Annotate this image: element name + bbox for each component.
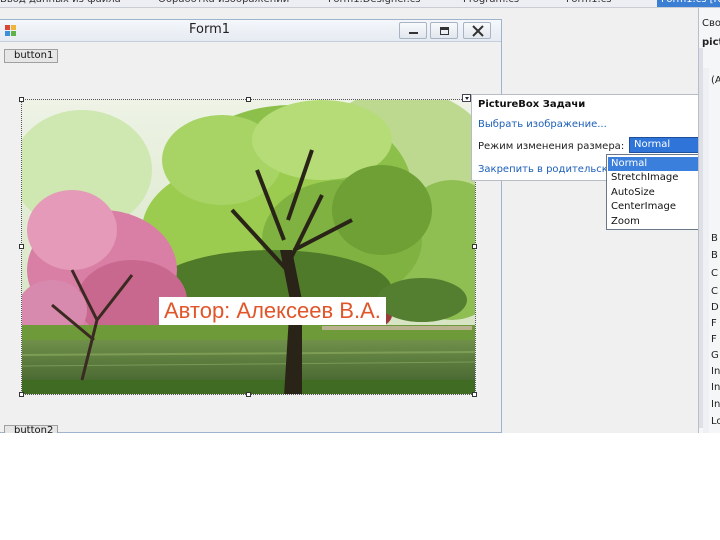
empty-area [0, 433, 720, 540]
landscape-photo [22, 100, 475, 394]
resize-handle[interactable] [19, 392, 24, 397]
resize-handle[interactable] [472, 244, 477, 249]
close-icon [472, 25, 484, 37]
document-tab[interactable]: Form1.Designer.cs [328, 0, 421, 7]
property-row[interactable]: G [711, 350, 719, 361]
author-caption: Автор: Алексеев В.А. [159, 297, 386, 325]
property-row[interactable]: pict [702, 37, 720, 48]
document-tab[interactable]: Form1.cs [Конструктор] [657, 0, 720, 7]
document-tab[interactable]: Form1.cs [566, 0, 611, 7]
resize-handle[interactable] [472, 392, 477, 397]
property-row[interactable]: Lo [711, 416, 720, 427]
resize-handle[interactable] [246, 97, 251, 102]
properties-pane: Своpict(ABBCCDFFGInInInLo [698, 8, 720, 433]
property-row[interactable]: C [711, 286, 718, 297]
document-tab-strip: Ввод данных из файла Обработка изображени… [0, 0, 720, 8]
resize-handle[interactable] [19, 244, 24, 249]
choose-image-link[interactable]: Выбрать изображение... [478, 119, 607, 130]
maximize-button[interactable] [430, 22, 458, 39]
property-row[interactable]: C [711, 268, 718, 279]
screen: Ввод данных из файла Обработка изображени… [0, 0, 720, 540]
resize-handle[interactable] [19, 97, 24, 102]
document-tab[interactable]: Program.cs [463, 0, 519, 7]
size-mode-label: Режим изменения размера: [478, 141, 625, 152]
document-tab[interactable]: Обработка изображений [158, 0, 289, 7]
minimize-button[interactable] [399, 22, 427, 39]
property-row[interactable]: In [711, 366, 720, 377]
property-row[interactable]: In [711, 399, 720, 410]
maximize-icon [440, 27, 449, 35]
property-row[interactable]: D [711, 302, 719, 313]
picturebox[interactable] [21, 99, 476, 395]
property-row[interactable]: F [711, 334, 717, 345]
smart-tag-arrow-icon [465, 97, 469, 100]
property-row[interactable]: F [711, 318, 717, 329]
property-row[interactable]: Сво [702, 18, 720, 29]
property-row[interactable]: B [711, 250, 718, 261]
property-row[interactable]: B [711, 233, 718, 244]
button1[interactable]: button1 [4, 49, 58, 63]
form-icon [5, 25, 17, 37]
property-row[interactable]: (A [711, 75, 720, 86]
close-button[interactable] [463, 22, 491, 39]
properties-gutter [703, 68, 709, 433]
property-row[interactable]: In [711, 382, 720, 393]
minimize-icon [409, 32, 418, 34]
document-tab[interactable]: Ввод данных из файла [0, 0, 121, 7]
smart-tag-button[interactable] [462, 94, 471, 102]
form-title: Form1 [189, 22, 231, 37]
tasks-title: PictureBox Задачи [478, 99, 586, 110]
form-titlebar[interactable]: Form1 [0, 20, 501, 42]
resize-handle[interactable] [246, 392, 251, 397]
